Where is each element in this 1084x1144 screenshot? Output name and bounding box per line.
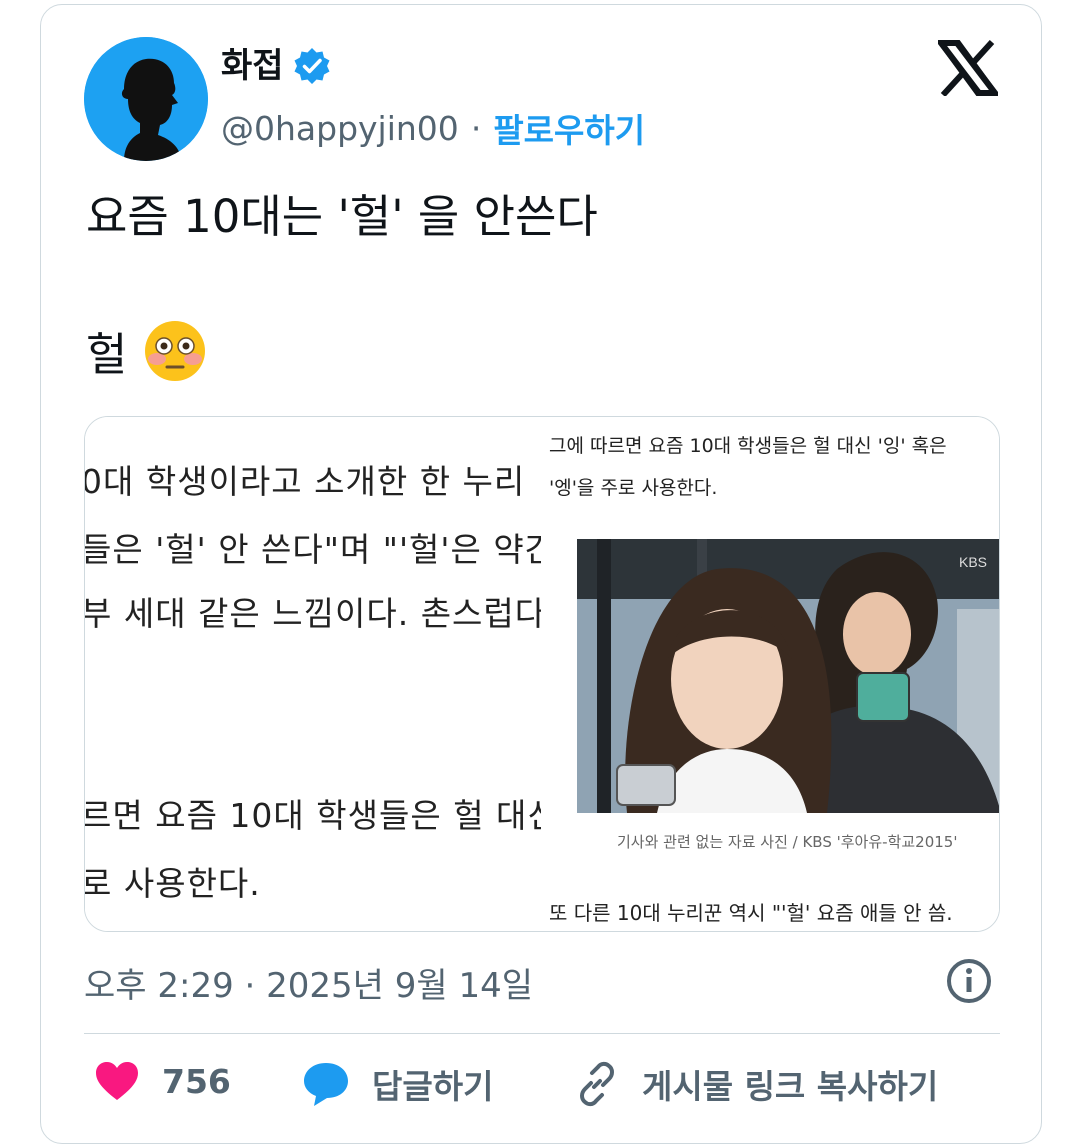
tweet-actions-bar: 756 답글하기 게시물 링크 복사하기 [84,1060,1000,1116]
tweet-timestamp[interactable]: 오후 2:29 · 2025년 9월 14일 [84,958,533,1007]
article-left-line: 들은 '헐' 안 쓴다"며 "'헐'은 약간 [85,530,541,569]
article-right-bottom-line: 또 다른 10대 누리꾼 역시 "'헐' 요즘 애들 안 씀. [549,901,953,925]
reply-label: 답글하기 [372,1067,494,1106]
author-name[interactable]: 화접 [221,49,284,83]
heart-icon [96,1062,138,1100]
article-left-line: 부 세대 같은 느낌이다. 촌스럽다 [85,594,541,633]
photo-caption: 기사와 관련 없는 자료 사진 / KBS '후아유-학교2015' [617,833,958,851]
photo-broadcaster-logo: KBS [959,554,987,570]
article-right-top-line: 그에 따르면 요즘 10대 학생들은 헐 대신 '잉' 혹은 [549,435,947,457]
link-icon [580,1061,614,1107]
author-handle[interactable]: @0happyjin00 [221,109,459,148]
article-screenshot-left: 0대 학생이라고 소개한 한 누리 들은 '헐' 안 쓴다"며 "'헐'은 약간… [85,417,541,931]
info-icon[interactable] [946,958,992,1004]
article-right-top-line: '엥'을 주로 사용한다. [549,477,718,499]
follow-button[interactable]: 팔로우하기 [493,104,645,152]
author-handle-row: @0happyjin00 · 팔로우하기 [221,104,645,152]
author-name-row: 화접 [221,46,332,86]
copy-link-label: 게시물 링크 복사하기 [642,1067,939,1106]
tweet-text-line2: 헐 [86,328,128,381]
avatar-silhouette-icon [84,37,208,161]
article-left-line: 르면 요즘 10대 학생들은 헐 대신 [85,796,541,835]
copy-link-button[interactable]: 게시물 링크 복사하기 [574,1060,938,1108]
article-photo: KBS [577,539,999,813]
x-logo-icon[interactable] [934,39,1002,98]
tweet-text-line1: 요즘 10대는 '헐' 을 안쓴다 [86,190,598,243]
like-count: 756 [162,1061,231,1101]
separator-dot: · [470,108,482,148]
article-left-line: 로 사용한다. [85,864,261,903]
article-left-line: 0대 학생이라고 소개한 한 누리 [85,462,526,501]
media-attachment[interactable]: 0대 학생이라고 소개한 한 누리 들은 '헐' 안 쓴다"며 "'헐'은 약간… [84,416,1000,932]
divider [84,1033,1000,1034]
tweet-text-line2-row: 헐 [86,318,207,383]
flushed-face-icon [143,319,207,383]
reply-button[interactable]: 답글하기 [302,1060,493,1108]
speech-bubble-icon [304,1063,348,1106]
verified-badge-icon [292,46,332,86]
author-avatar[interactable] [84,37,208,161]
like-button[interactable]: 756 [94,1060,231,1102]
article-screenshot-right: 그에 따르면 요즘 10대 학생들은 헐 대신 '잉' 혹은 '엥'을 주로 사… [547,417,999,931]
